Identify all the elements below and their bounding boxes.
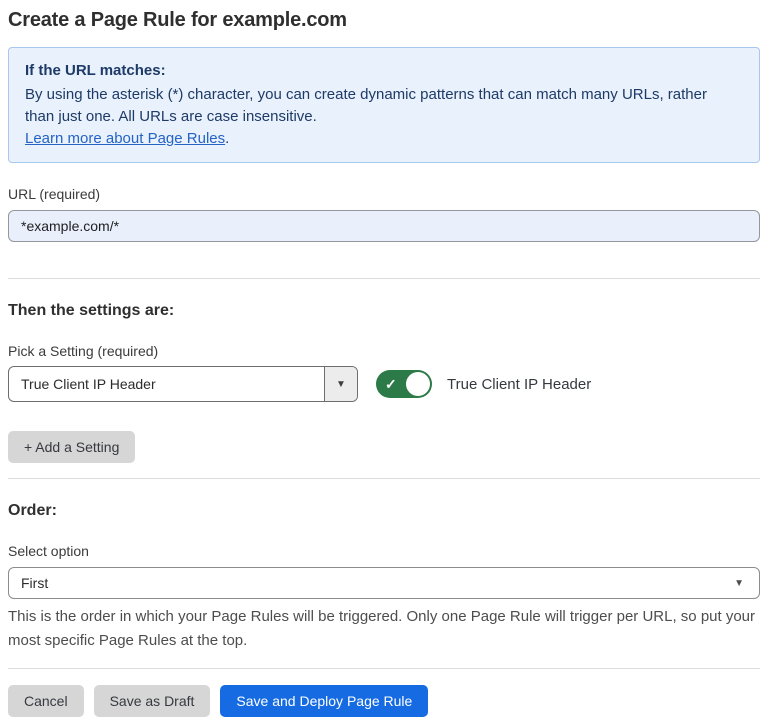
create-page-rule-panel: Create a Page Rule for example.com If th… bbox=[0, 0, 769, 727]
setting-toggle[interactable]: ✓ bbox=[376, 370, 432, 398]
settings-heading: Then the settings are: bbox=[8, 302, 760, 320]
setting-select-value: True Client IP Header bbox=[9, 367, 324, 401]
page-title: Create a Page Rule for example.com bbox=[8, 9, 760, 32]
order-select-label: Select option bbox=[8, 543, 760, 559]
add-setting-button[interactable]: + Add a Setting bbox=[8, 431, 135, 463]
info-banner-body: By using the asterisk (*) character, you… bbox=[25, 84, 725, 128]
info-banner-heading: If the URL matches: bbox=[25, 60, 743, 82]
divider bbox=[8, 478, 760, 479]
cancel-button[interactable]: Cancel bbox=[8, 685, 84, 717]
info-banner-link-row: Learn more about Page Rules. bbox=[25, 128, 743, 150]
link-suffix: . bbox=[225, 130, 229, 147]
setting-toggle-label: True Client IP Header bbox=[447, 376, 591, 393]
check-icon: ✓ bbox=[385, 377, 397, 391]
divider bbox=[8, 668, 760, 669]
order-select-value: First bbox=[21, 575, 48, 591]
learn-more-link[interactable]: Learn more about Page Rules bbox=[25, 130, 225, 147]
setting-row: True Client IP Header ▼ ✓ True Client IP… bbox=[8, 366, 760, 402]
setting-select[interactable]: True Client IP Header ▼ bbox=[8, 366, 358, 402]
url-match-info-banner: If the URL matches: By using the asteris… bbox=[8, 47, 760, 163]
save-and-deploy-button[interactable]: Save and Deploy Page Rule bbox=[220, 685, 428, 717]
save-as-draft-button[interactable]: Save as Draft bbox=[94, 685, 211, 717]
order-help-text: This is the order in which your Page Rul… bbox=[8, 605, 760, 653]
toggle-knob bbox=[406, 372, 430, 396]
divider bbox=[8, 278, 760, 279]
chevron-down-icon: ▼ bbox=[324, 367, 357, 401]
pick-setting-label: Pick a Setting (required) bbox=[8, 343, 760, 359]
url-input[interactable] bbox=[8, 210, 760, 242]
order-select[interactable]: First ▼ bbox=[8, 567, 760, 599]
order-heading: Order: bbox=[8, 502, 760, 520]
chevron-down-icon: ▼ bbox=[734, 578, 744, 589]
footer-actions: Cancel Save as Draft Save and Deploy Pag… bbox=[8, 685, 760, 717]
url-label: URL (required) bbox=[8, 186, 760, 202]
